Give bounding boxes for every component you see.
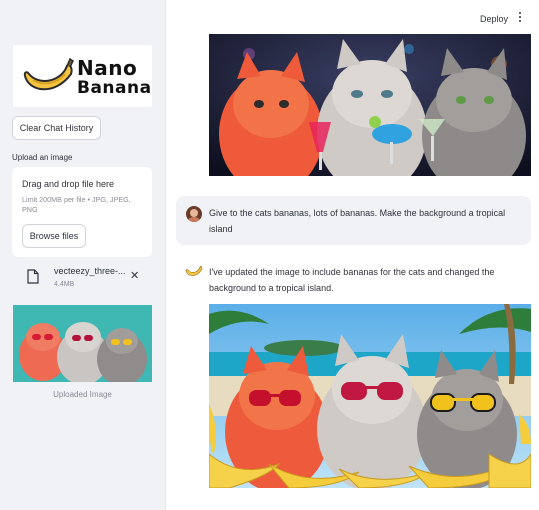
browse-files-button[interactable]: Browse files: [22, 224, 86, 248]
logo-text: Nano Banana: [77, 58, 152, 97]
user-avatar: [186, 206, 202, 222]
deploy-button[interactable]: Deploy: [480, 14, 508, 24]
sidebar: Nano Banana Clear Chat History Upload an…: [0, 0, 166, 510]
generated-cats-image: [209, 304, 531, 488]
user-message: Give to the cats bananas, lots of banana…: [176, 196, 531, 245]
file-dropzone[interactable]: Drag and drop file here Limit 200MB per …: [12, 167, 152, 257]
logo-line1: Nano: [77, 56, 138, 80]
original-cats-image: [209, 34, 531, 176]
file-size: 4.4MB: [54, 281, 75, 288]
dropzone-title: Drag and drop file here: [22, 179, 115, 189]
user-message-text: Give to the cats bananas, lots of banana…: [209, 208, 506, 234]
logo-line2: Banana: [77, 78, 152, 98]
upload-label: Upload an image: [12, 153, 73, 162]
uploaded-image-thumbnail: [13, 305, 152, 382]
banana-icon: [185, 264, 203, 283]
assistant-message-text: I've updated the image to include banana…: [209, 267, 495, 293]
clear-chat-history-button[interactable]: Clear Chat History: [12, 116, 101, 140]
banana-icon: [23, 57, 74, 91]
kebab-menu-icon[interactable]: [517, 12, 523, 24]
close-icon[interactable]: ✕: [130, 269, 139, 282]
uploaded-file-item: vecteezy_three-... 4.4MB ✕: [24, 265, 154, 295]
dropzone-limit: Limit 200MB per file • JPG, JPEG, PNG: [22, 195, 131, 214]
thumbnail-caption: Uploaded Image: [53, 390, 112, 399]
file-icon: [27, 269, 39, 284]
app-logo: Nano Banana: [13, 45, 152, 107]
file-name: vecteezy_three-...: [54, 266, 126, 276]
